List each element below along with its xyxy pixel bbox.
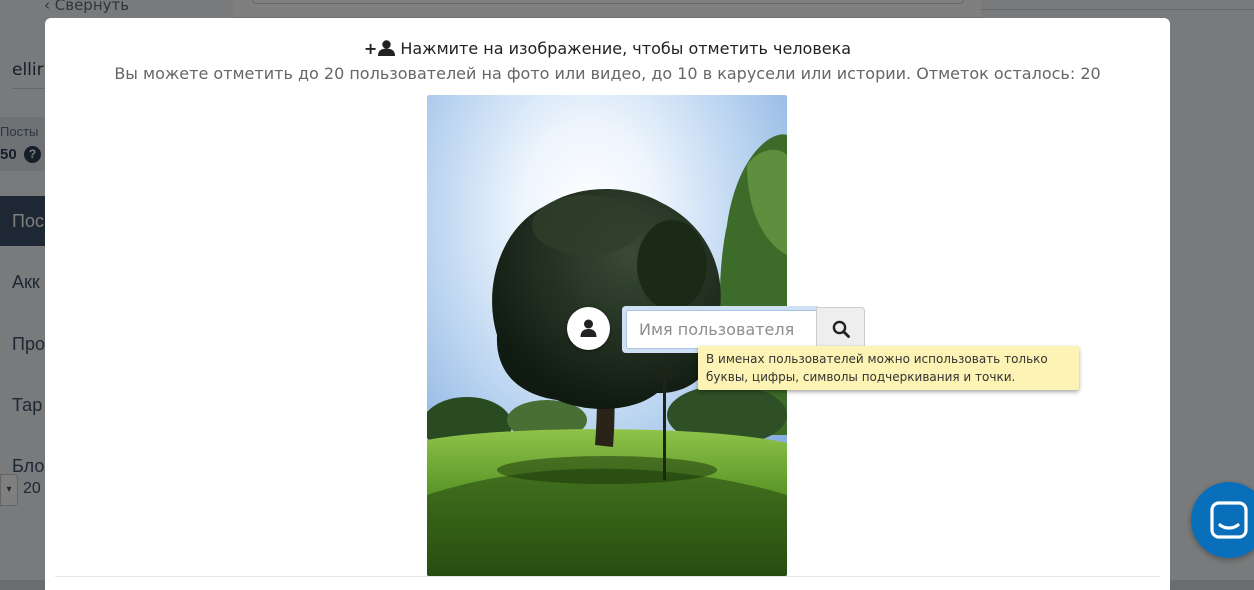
user-icon (378, 40, 396, 56)
tag-marker[interactable] (567, 307, 610, 350)
heading-text: Нажмите на изображение, чтобы отметить ч… (400, 39, 852, 58)
username-hint-tooltip: В именах пользователей можно использоват… (698, 346, 1079, 390)
modal-subheading: Вы можете отметить до 20 пользователей н… (114, 64, 1101, 83)
search-icon (832, 320, 850, 338)
modal-heading: + Нажмите на изображение, чтобы отметить … (45, 39, 1170, 58)
search-button[interactable] (816, 307, 865, 351)
user-icon (580, 319, 597, 337)
username-input[interactable] (626, 310, 818, 349)
heading-plus: + (363, 39, 378, 58)
tag-people-modal: + Нажмите на изображение, чтобы отметить … (45, 18, 1170, 590)
modal-footer-divider (55, 576, 1160, 577)
chat-icon (1210, 501, 1248, 539)
